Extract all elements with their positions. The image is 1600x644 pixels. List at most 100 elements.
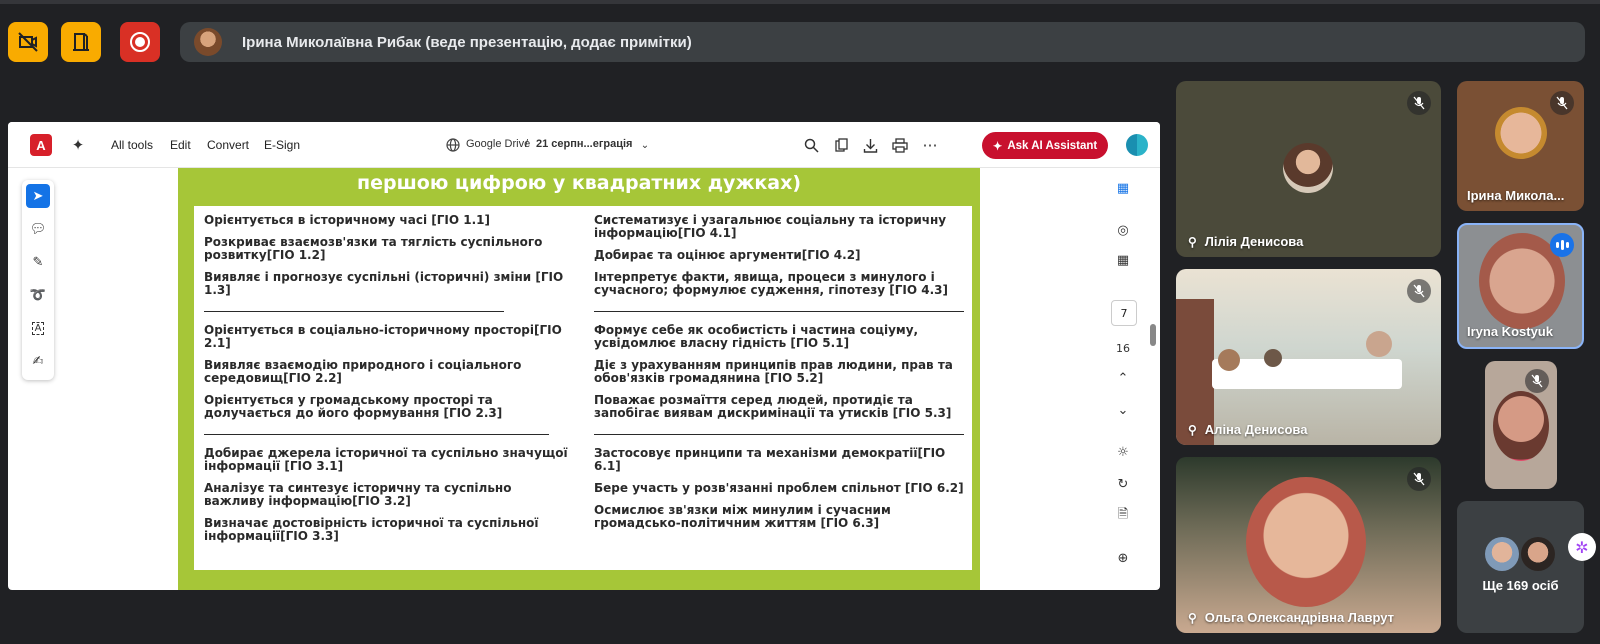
highlight-tool-button[interactable]: ✎ xyxy=(26,250,50,274)
more-options-icon[interactable]: ⋯ xyxy=(920,135,940,155)
avatar[interactable] xyxy=(1126,134,1148,156)
record-button[interactable] xyxy=(120,22,160,62)
mic-off-icon xyxy=(1525,369,1549,393)
menu-edit[interactable]: Edit xyxy=(170,138,191,152)
camera-off-button[interactable] xyxy=(8,22,48,62)
avatar xyxy=(1246,477,1366,607)
list-item: Орієнтується в соціально-історичному про… xyxy=(204,323,562,350)
avatar xyxy=(1366,331,1392,357)
cursor-icon: ➤ xyxy=(32,188,44,204)
participant-tile[interactable]: Iryna Kostyuk xyxy=(1457,223,1584,349)
ask-ai-assistant-button[interactable]: ✦ Ask AI Assistant xyxy=(982,132,1108,159)
signature-icon: ✍︎ xyxy=(32,353,44,369)
menu-all-tools[interactable]: All tools xyxy=(111,138,153,152)
list-item: Виявляє і прогнозує суспільні (історичні… xyxy=(204,270,564,297)
scrollbar[interactable] xyxy=(1150,174,1156,584)
search-icon[interactable] xyxy=(801,135,821,155)
divider xyxy=(204,311,504,312)
speaking-indicator-icon xyxy=(1550,233,1574,257)
participant-tile[interactable]: Ірина Микола... xyxy=(1457,81,1584,211)
avatar xyxy=(194,28,222,56)
doc-title[interactable]: 21 серпн...еграція xyxy=(536,138,632,150)
participant-tile[interactable]: ⚲ Ольга Олександрівна Лаврут xyxy=(1176,457,1441,633)
annotation-toolbar: ➤ 💬︎ ✎ ➰ A ✍︎ xyxy=(22,180,54,380)
avatar xyxy=(1485,537,1519,571)
window-top-edge xyxy=(0,0,1600,4)
participant-tile[interactable] xyxy=(1485,361,1557,489)
avatar xyxy=(1521,537,1555,571)
zoom-in-icon[interactable]: ⊕ xyxy=(1111,546,1135,570)
divider xyxy=(594,434,964,435)
lasso-icon: ➰ xyxy=(29,287,47,303)
list-item: Систематизує і узагальнює соціальну та і… xyxy=(594,213,947,240)
ai-sparkle-icon[interactable]: ✦ xyxy=(68,135,88,155)
mic-off-icon xyxy=(1407,91,1431,115)
group: Формує себе як особистість і частина соц… xyxy=(594,324,964,420)
chevron-down-icon[interactable]: ⌄ xyxy=(635,135,655,155)
breadcrumb-separator: / xyxy=(525,138,529,150)
thumbnails-icon[interactable]: ▦ xyxy=(1111,248,1135,272)
right-tool-rail: ▦ ◎ ▦ 7 16 ⌃ ⌄ ☼ ↻ 🗎︎ ⊕ xyxy=(1103,172,1143,582)
chevron-down-icon[interactable]: ⌄ xyxy=(1111,398,1135,422)
page-export-icon[interactable]: 🗎︎ xyxy=(1111,504,1135,528)
list-item: Поважає розмаїття серед людей, протидіє … xyxy=(594,393,952,420)
select-tool-button[interactable]: ➤ xyxy=(26,184,50,208)
list-item: Розкриває взаємозв'язки та тяглість сусп… xyxy=(204,235,543,262)
print-icon[interactable] xyxy=(890,135,910,155)
group: Орієнтується в історичному часі [ГІО 1.1… xyxy=(204,214,574,297)
pages-icon[interactable] xyxy=(831,135,851,155)
mic-off-icon xyxy=(1407,467,1431,491)
pin-icon[interactable]: ⚲ xyxy=(1188,423,1197,437)
breadcrumb-root[interactable]: Google Drive xyxy=(466,138,530,150)
list-item: Діє з урахуванням принципів прав людини,… xyxy=(594,358,953,385)
slide: першою цифрою у квадратних дужках) Орієн… xyxy=(178,168,980,590)
participant-name: ⚲ Лілія Денисова xyxy=(1188,234,1304,249)
pencil-icon: ✎ xyxy=(32,254,44,270)
list-item: Застосовує принципи та механізми демокра… xyxy=(594,446,946,473)
scroll-thumb[interactable] xyxy=(1150,324,1156,346)
pin-icon[interactable]: ⚲ xyxy=(1188,235,1197,249)
group: Систематизує і узагальнює соціальну та і… xyxy=(594,214,964,297)
avatar xyxy=(1495,107,1547,159)
list-item: Орієнтується в історичному часі [ГІО 1.1… xyxy=(204,213,490,227)
menu-convert[interactable]: Convert xyxy=(207,138,249,152)
page-current[interactable]: 7 xyxy=(1111,300,1137,326)
list-item: Формує себе як особистість і частина соц… xyxy=(594,323,919,350)
rotate-icon[interactable]: ↻ xyxy=(1111,472,1135,496)
more-participants-tile[interactable]: Ще 169 осіб xyxy=(1457,501,1584,633)
acrobat-toolbar: A ✦ All tools Edit Convert E-Sign Google… xyxy=(8,122,1160,168)
group: Добирає джерела історичної та суспільно … xyxy=(204,447,574,543)
avatar xyxy=(1264,349,1282,367)
text-tool-button[interactable]: A xyxy=(26,316,50,340)
list-item: Виявляє взаємодію природного і соціально… xyxy=(204,358,522,385)
list-item: Добирає та оцінює аргументи[ГІО 4.2] xyxy=(594,248,861,262)
leave-room-button[interactable] xyxy=(61,22,101,62)
page-total: 16 xyxy=(1116,341,1130,355)
brightness-icon[interactable]: ☼ xyxy=(1111,440,1135,464)
participant-name: Iryna Kostyuk xyxy=(1467,324,1553,339)
chevron-up-icon[interactable]: ⌃ xyxy=(1111,366,1135,390)
participant-name: Ірина Микола... xyxy=(1467,188,1565,203)
gemini-icon[interactable]: ✲ xyxy=(1568,533,1596,561)
globe-icon xyxy=(443,135,463,155)
menu-esign[interactable]: E-Sign xyxy=(264,138,300,152)
download-icon[interactable] xyxy=(860,135,880,155)
acrobat-logo-icon[interactable]: A xyxy=(30,134,52,156)
mic-off-icon xyxy=(1407,279,1431,303)
mic-off-icon xyxy=(1550,91,1574,115)
avatar xyxy=(1218,349,1240,371)
comments-panel-icon[interactable]: ◎ xyxy=(1111,218,1135,242)
draw-tool-button[interactable]: ➰ xyxy=(26,283,50,307)
slide-content-panel: Орієнтується в історичному часі [ГІО 1.1… xyxy=(194,206,972,570)
participant-tile[interactable]: ⚲ Аліна Денисова xyxy=(1176,269,1441,445)
list-item: Осмислює зв'язки між минулим і сучасним … xyxy=(594,503,891,530)
ai-summary-icon[interactable]: ▦ xyxy=(1111,176,1135,200)
list-item: Бере участь у розв'язанні проблем спільн… xyxy=(594,481,964,495)
sign-tool-button[interactable]: ✍︎ xyxy=(26,349,50,373)
group: Застосовує принципи та механізми демокра… xyxy=(594,447,964,530)
avatar xyxy=(1493,391,1549,461)
pin-icon[interactable]: ⚲ xyxy=(1188,611,1197,625)
comment-tool-button[interactable]: 💬︎ xyxy=(26,217,50,241)
list-item: Аналізує та синтезує історичну та суспіл… xyxy=(204,481,512,508)
participant-tile[interactable]: ⚲ Лілія Денисова xyxy=(1176,81,1441,257)
